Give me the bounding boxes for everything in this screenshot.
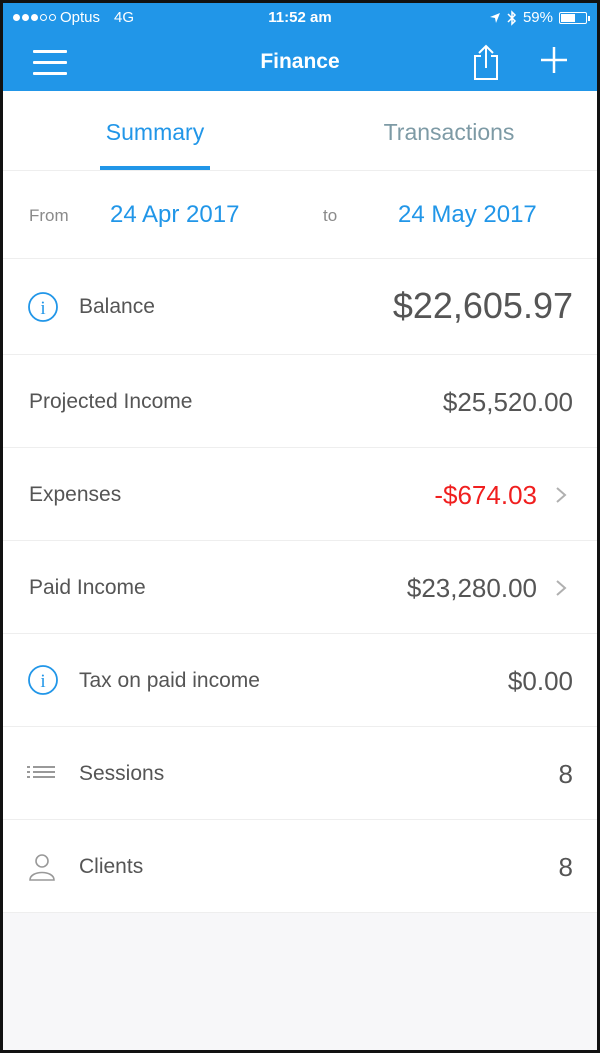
projected-income-row: Projected Income $25,520.00 (3, 355, 597, 448)
paid-income-row[interactable]: Paid Income $23,280.00 (3, 541, 597, 634)
from-date-picker[interactable]: 24 Apr 2017 (110, 201, 239, 229)
bluetooth-icon (507, 9, 517, 26)
svg-text:i: i (40, 671, 45, 692)
date-range: From 24 Apr 2017 to 24 May 2017 (3, 171, 597, 259)
tab-bar: Summary Transactions (3, 91, 597, 171)
status-right: 59% (489, 9, 590, 26)
plus-icon[interactable] (539, 45, 569, 75)
paid-income-value: $23,280.00 (406, 573, 537, 603)
tax-label: Tax on paid income (79, 669, 260, 692)
location-arrow-icon (489, 12, 500, 23)
from-label: From (29, 206, 69, 225)
person-icon (29, 854, 55, 881)
balance-row: i Balance $22,605.97 (3, 259, 597, 355)
chevron-right-icon (556, 580, 567, 596)
tab-transactions[interactable]: Transactions (329, 91, 569, 171)
sessions-value: 8 (558, 759, 573, 789)
nav-bar: Finance (3, 35, 597, 91)
paid-income-label: Paid Income (29, 576, 146, 599)
summary-list: i Balance $22,605.97 Projected Income $2… (3, 259, 597, 913)
sessions-row[interactable]: Sessions 8 (3, 727, 597, 820)
battery-fill (561, 13, 576, 22)
expenses-value: -$674.03 (434, 480, 537, 510)
battery-icon (559, 11, 590, 24)
tax-value: $0.00 (507, 666, 573, 696)
to-label: to (323, 206, 338, 225)
clients-row[interactable]: Clients 8 (3, 820, 597, 913)
balance-value: $22,605.97 (392, 285, 573, 326)
top-bar: Optus 4G 11:52 am 59% Finance (3, 3, 597, 91)
projected-income-label: Projected Income (29, 390, 193, 413)
to-date-picker[interactable]: 24 May 2017 (398, 201, 537, 229)
expenses-row[interactable]: Expenses -$674.03 (3, 448, 597, 541)
page-title: Finance (260, 50, 340, 73)
status-bar: Optus 4G 11:52 am 59% (3, 3, 597, 33)
active-tab-indicator (100, 166, 210, 170)
sessions-label: Sessions (79, 762, 165, 785)
expenses-label: Expenses (29, 483, 122, 506)
list-icon (27, 766, 55, 778)
balance-label: Balance (79, 295, 155, 318)
projected-income-value: $25,520.00 (442, 387, 573, 417)
svg-text:i: i (40, 298, 45, 319)
info-icon[interactable]: i (27, 664, 59, 696)
share-icon[interactable] (471, 43, 501, 81)
chevron-right-icon (556, 487, 567, 503)
tab-summary[interactable]: Summary (35, 91, 275, 171)
battery-percent: 59% (522, 9, 553, 26)
clients-label: Clients (79, 855, 144, 878)
info-icon[interactable]: i (27, 291, 59, 323)
tax-row: i Tax on paid income $0.00 (3, 634, 597, 727)
clients-value: 8 (558, 852, 573, 882)
phone-frame: Optus 4G 11:52 am 59% Finance Summary Tr… (0, 0, 600, 1053)
